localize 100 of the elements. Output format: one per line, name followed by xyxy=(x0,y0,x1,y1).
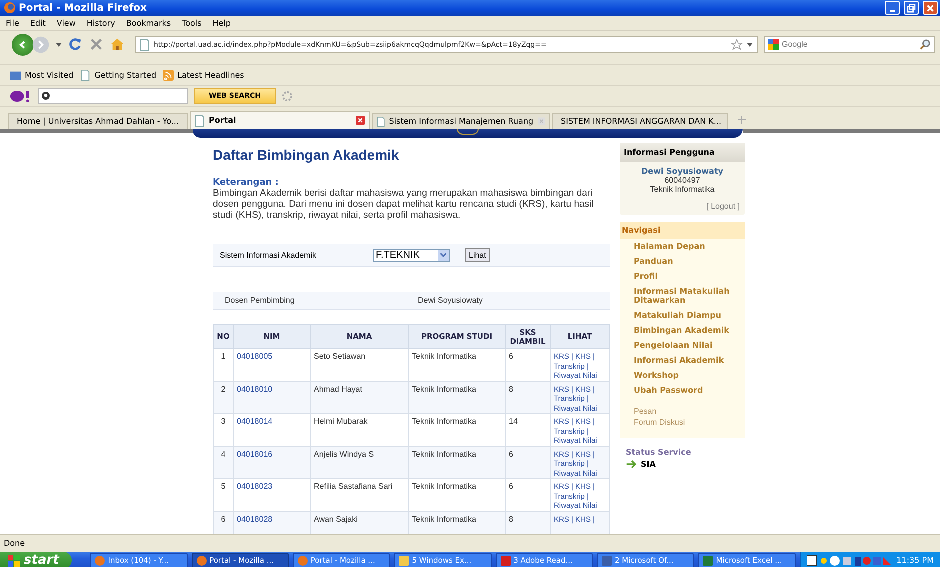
logout-link[interactable]: [ Logout ] xyxy=(706,202,740,211)
status-text: Done xyxy=(4,539,26,548)
nim-link[interactable]: 04018023 xyxy=(234,478,310,511)
app-icon xyxy=(602,556,612,566)
table-cell: 8 xyxy=(506,511,550,534)
table-cell: 6 xyxy=(506,446,550,478)
browser-tab[interactable]: Portal xyxy=(190,111,370,129)
app-icon xyxy=(298,556,308,566)
close-button[interactable] xyxy=(923,1,938,15)
note-label: Keterangan : xyxy=(213,178,280,188)
bookmark-item[interactable]: Latest Headlines xyxy=(162,70,244,80)
search-icon xyxy=(42,92,50,100)
search-field[interactable] xyxy=(38,88,188,104)
star-icon[interactable] xyxy=(731,38,743,50)
browser-tab[interactable]: Home | Universitas Ahmad Dahlan - Yo... xyxy=(8,113,188,129)
service-link[interactable]: SIA xyxy=(641,460,656,469)
table-cell: Teknik Informatika xyxy=(408,348,506,381)
browser-tab[interactable]: Sistem Informasi Manajemen Ruang xyxy=(372,113,550,129)
search-input[interactable]: Google xyxy=(782,40,917,49)
table-cell: Teknik Informatika xyxy=(408,446,506,478)
user-department: Teknik Informatika xyxy=(649,185,716,194)
table-cell: 6 xyxy=(506,478,550,511)
panel-title: Navigasi xyxy=(620,222,745,239)
firefox-icon xyxy=(4,2,16,14)
page-icon xyxy=(377,116,386,128)
menu-item[interactable]: Help xyxy=(212,18,232,28)
table-cell: 2 xyxy=(214,381,234,414)
filter-label: Sistem Informasi Akademik xyxy=(220,250,318,260)
yahoo-icon[interactable] xyxy=(10,90,32,102)
menu-item[interactable]: Bookmarks xyxy=(126,18,172,28)
app-icon xyxy=(399,556,410,566)
nim-link[interactable]: 04018028 xyxy=(234,511,310,534)
table-cell: 1 xyxy=(214,348,234,381)
menu-item[interactable]: Edit xyxy=(30,18,46,28)
dropdown-icon[interactable] xyxy=(56,42,62,46)
table-cell: 8 xyxy=(506,381,550,414)
menu-item[interactable]: History xyxy=(86,18,116,28)
table-cell: Teknik Informatika xyxy=(408,478,506,511)
arrow-icon xyxy=(626,460,638,469)
page-icon xyxy=(195,114,205,126)
minimize-button[interactable] xyxy=(885,1,900,15)
app-icon xyxy=(500,556,511,566)
close-icon xyxy=(926,4,935,12)
faculty-dropdown[interactable]: F.TEKNIK xyxy=(373,248,450,262)
table-cell: Teknik Informatika xyxy=(408,381,506,414)
table-cell: Seto Setiawan xyxy=(310,348,408,381)
search-field[interactable]: Google xyxy=(764,36,935,53)
panel-title: Informasi Pengguna xyxy=(620,143,745,162)
bookmark-item[interactable]: Getting Started xyxy=(80,70,157,80)
advisor-label: Dosen Pembimbing xyxy=(225,296,296,305)
menu-item[interactable]: View xyxy=(56,18,76,28)
table-cell: Teknik Informatika xyxy=(408,414,506,446)
page-icon xyxy=(140,38,150,50)
minimize-icon xyxy=(890,10,896,12)
start-button[interactable]: start xyxy=(0,552,72,567)
app-icon xyxy=(196,556,207,566)
user-name: Dewi Soyusiowaty xyxy=(640,167,724,176)
table-cell: 6 xyxy=(506,348,550,381)
page-title: Daftar Bimbingan Akademik xyxy=(213,147,400,163)
table-cell: 6 xyxy=(214,511,234,534)
table-cell: 4 xyxy=(214,446,234,478)
restore-icon xyxy=(907,4,916,12)
table-cell: Awan Sajaki xyxy=(310,511,408,534)
search-icon[interactable] xyxy=(920,39,931,50)
home-icon[interactable] xyxy=(110,37,125,52)
app-icon xyxy=(95,556,106,566)
bookmark-item[interactable]: Most Visited xyxy=(10,70,74,80)
reload-icon[interactable] xyxy=(68,37,83,52)
app-icon xyxy=(703,556,714,566)
view-button[interactable]: Lihat xyxy=(465,248,490,262)
back-button[interactable] xyxy=(12,34,34,56)
nim-link[interactable]: 04018014 xyxy=(234,414,310,446)
folder-icon xyxy=(10,70,21,80)
restore-button[interactable] xyxy=(904,1,919,15)
advisor-name: Dewi Soyusiowaty xyxy=(418,296,483,305)
description-text: Bimbingan Akademik berisi daftar mahasiswa yang merupakan mahasiswa bimbingan dari dosen pengguna. Dari menu ini dosen dapat melihat kartu rencana studi (KRS), kartu hasil studi (KHS), transkrip, riwayat nilai, serta profil mahasiswa. xyxy=(213,188,595,221)
clock: 11:35 PM xyxy=(896,556,934,565)
menu-item[interactable]: Tools xyxy=(182,18,202,28)
table-cell: Anjelis Windya S xyxy=(310,446,408,478)
table-cell: 5 xyxy=(214,478,234,511)
table-cell: Ahmad Hayat xyxy=(310,381,408,414)
feed-icon xyxy=(162,70,174,80)
close-tab-icon[interactable] xyxy=(356,116,365,125)
nim-link[interactable]: 04018005 xyxy=(234,348,310,381)
table-cell: 3 xyxy=(214,414,234,446)
dropdown-icon[interactable] xyxy=(747,42,753,46)
window-title: Portal - Mozilla Firefox xyxy=(19,2,147,14)
table-cell: 14 xyxy=(506,414,550,446)
forward-icon[interactable] xyxy=(32,36,50,54)
browser-tab[interactable]: SISTEM INFORMASI ANGGARAN DAN K... xyxy=(552,113,728,129)
search-engine-icon[interactable] xyxy=(768,39,779,50)
table-cell: Helmi Mubarak xyxy=(310,414,408,446)
nim-link[interactable]: 04018016 xyxy=(234,446,310,478)
stop-icon[interactable] xyxy=(89,37,104,52)
table-cell: Teknik Informatika xyxy=(408,511,506,534)
user-id: 60040497 xyxy=(664,176,702,185)
nim-link[interactable]: 04018010 xyxy=(234,381,310,414)
windows-flag-icon xyxy=(8,554,20,566)
menu-item[interactable]: File xyxy=(6,18,20,28)
page-icon xyxy=(80,70,91,80)
